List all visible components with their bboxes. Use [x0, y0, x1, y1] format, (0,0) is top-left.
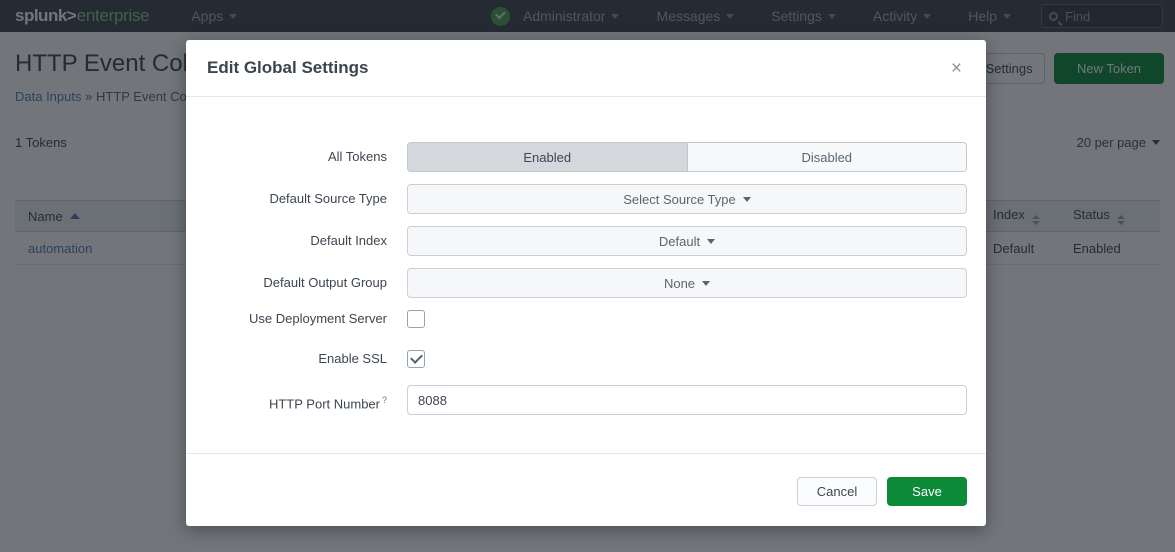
modal-title: Edit Global Settings [207, 58, 369, 78]
close-icon[interactable]: × [951, 59, 962, 78]
default-index-dropdown[interactable]: Default [407, 226, 967, 256]
use-deployment-server-checkbox[interactable] [407, 310, 425, 328]
enable-ssl-checkbox[interactable] [407, 350, 425, 368]
default-source-type-label: Default Source Type [212, 184, 387, 214]
all-tokens-row: All Tokens Enabled Disabled [212, 142, 967, 172]
chevron-down-icon [707, 239, 715, 244]
all-tokens-enabled-option[interactable]: Enabled [408, 143, 687, 171]
modal-body: All Tokens Enabled Disabled Default Sour… [186, 97, 986, 419]
default-index-row: Default Index Default [212, 226, 967, 256]
chevron-down-icon [743, 197, 751, 202]
http-port-row: HTTP Port Number? [212, 385, 967, 419]
default-source-type-dropdown[interactable]: Select Source Type [407, 184, 967, 214]
help-tooltip-icon[interactable]: ? [382, 395, 387, 405]
default-output-group-row: Default Output Group None [212, 268, 967, 298]
all-tokens-label: All Tokens [212, 142, 387, 172]
use-deployment-server-row: Use Deployment Server [212, 310, 967, 328]
chevron-down-icon [702, 281, 710, 286]
use-deployment-server-label: Use Deployment Server [212, 310, 387, 328]
modal-header: Edit Global Settings × [186, 40, 986, 97]
modal-footer: Cancel Save [186, 453, 986, 526]
enable-ssl-row: Enable SSL [212, 350, 967, 368]
all-tokens-disabled-option[interactable]: Disabled [687, 143, 967, 171]
enable-ssl-label: Enable SSL [212, 350, 387, 368]
cancel-button[interactable]: Cancel [797, 477, 877, 506]
default-source-type-row: Default Source Type Select Source Type [212, 184, 967, 214]
default-index-label: Default Index [212, 226, 387, 256]
all-tokens-toggle: Enabled Disabled [407, 142, 967, 172]
default-output-group-dropdown[interactable]: None [407, 268, 967, 298]
edit-global-settings-modal: Edit Global Settings × All Tokens Enable… [186, 40, 986, 526]
save-button[interactable]: Save [887, 477, 967, 506]
http-port-input[interactable] [407, 385, 967, 415]
http-port-label: HTTP Port Number? [212, 385, 387, 419]
default-output-group-label: Default Output Group [212, 268, 387, 298]
